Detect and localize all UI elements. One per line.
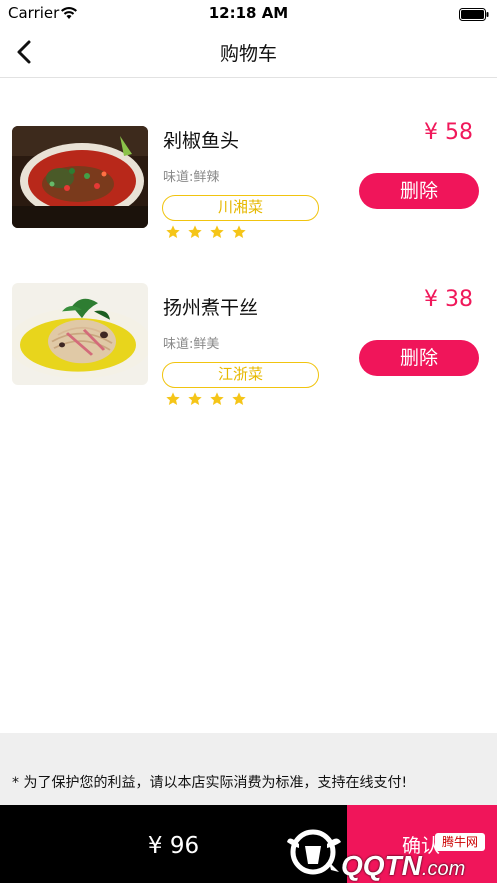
bull-logo-icon [285,826,345,876]
cuisine-tag: 江浙菜 [162,362,319,388]
dish-price: ¥ 38 [424,287,473,312]
notice-area: * 为了保护您的利益，请以本店实际消费为标准，支持在线支付! [0,733,497,805]
dish-name: 剁椒鱼头 [163,130,240,152]
star-icon [187,391,203,407]
star-icon [209,224,225,240]
delete-button[interactable]: 删除 [359,173,479,209]
cart-item: 扬州煮干丝 味道:鲜美 江浙菜 ¥ 38 删除 [0,283,497,423]
watermark-text: QQTN.com [341,850,466,881]
star-icon [165,224,181,240]
watermark: QQTN.com 腾牛网 [285,826,497,883]
delete-button[interactable]: 删除 [359,340,479,376]
dish-taste: 味道:鲜美 [163,337,220,352]
star-icon [231,224,247,240]
cuisine-tag: 川湘菜 [162,195,319,221]
status-time: 12:18 AM [208,4,289,22]
star-icon [231,391,247,407]
star-icon [187,224,203,240]
dish-image-fish-head [12,126,148,228]
dish-image-shredded-tofu [12,283,148,385]
watermark-badge: 腾牛网 [435,833,485,851]
nav-bar: 购物车 [0,26,497,78]
status-bar: Carrier 12:18 AM [0,0,497,26]
page-title: 购物车 [219,43,277,65]
battery-icon [459,6,489,21]
star-icon [165,391,181,407]
dish-price: ¥ 58 [424,120,473,145]
dish-name: 扬州煮干丝 [163,297,259,319]
rating-stars [165,224,253,240]
star-icon [209,391,225,407]
cart-item: 剁椒鱼头 味道:鲜辣 川湘菜 ¥ 58 删除 [0,120,497,256]
rating-stars [165,391,253,407]
payment-notice: * 为了保护您的利益，请以本店实际消费为标准，支持在线支付! [12,775,408,791]
dish-taste: 味道:鲜辣 [163,170,220,185]
